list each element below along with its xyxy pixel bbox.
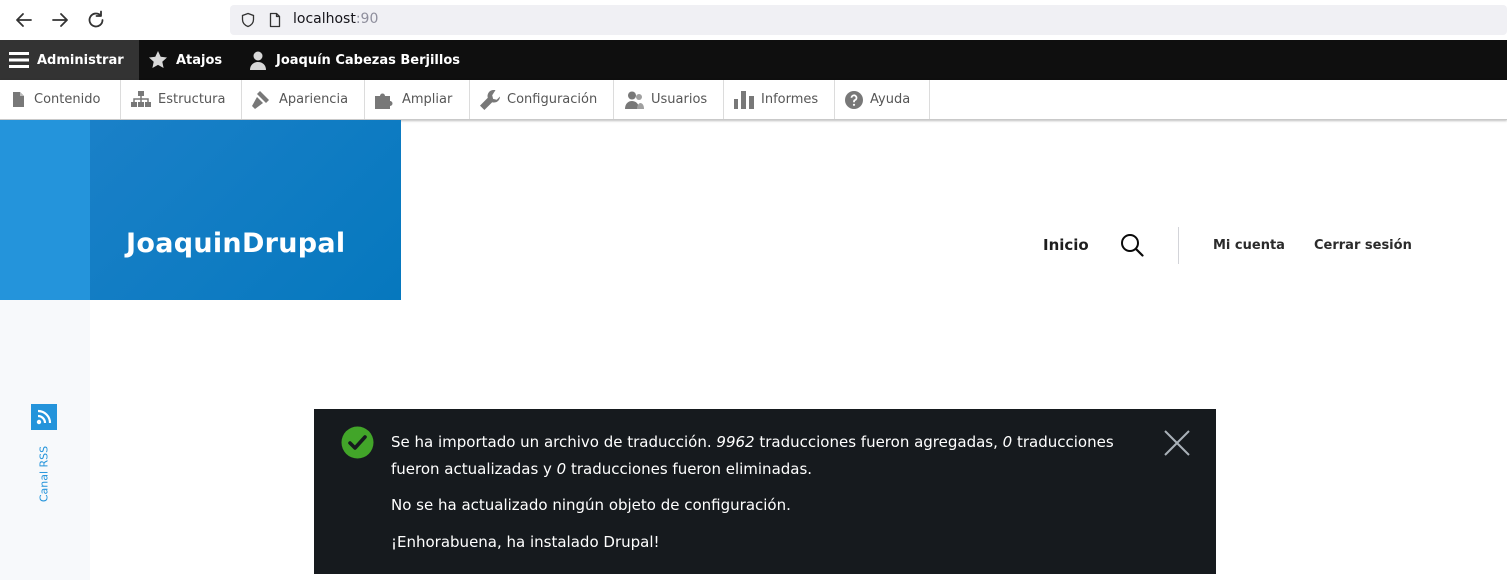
people-icon [625,91,644,109]
rss-icon[interactable] [31,404,57,430]
message-line-1: Se ha importado un archivo de traducción… [391,433,1114,451]
bar-chart-icon [734,90,754,109]
toolbar-admin-label: Administrar [37,52,124,68]
message-line-4: ¡Enhorabuena, ha instalado Drupal! [391,533,660,551]
url-bar[interactable]: localhost:90 [230,5,1507,35]
message-text: Se ha importado un archivo de traducción… [391,433,717,451]
message-line-3: No se ha actualizado ningún objeto de co… [391,496,791,514]
admin-tray: Contenido Estructura Apariencia Ampliar … [0,80,1507,120]
url-text: localhost:90 [293,11,378,27]
sitemap-icon [131,91,151,107]
admin-toolbar: Administrar Atajos Joaquín Cabezas Berji… [0,40,1507,80]
tray-item-ampliar[interactable]: Ampliar [365,80,470,119]
forward-arrow-icon[interactable] [48,8,72,32]
back-arrow-icon[interactable] [12,8,36,32]
message-count-updated: 0 [1002,433,1013,451]
close-icon[interactable] [1163,429,1191,457]
url-port: :90 [355,11,379,27]
tray-item-label: Informes [761,92,819,107]
message-count-added: 9962 [716,433,755,451]
search-icon[interactable] [1120,233,1144,257]
shield-icon[interactable] [240,12,256,28]
check-circle-icon [341,426,374,459]
tray-item-label: Estructura [158,92,226,107]
toolbar-user-button[interactable]: Joaquín Cabezas Berjillos [248,40,460,80]
page-icon [269,12,281,28]
brush-icon [252,90,269,109]
tray-item-apariencia[interactable]: Apariencia [242,80,365,119]
browser-bar: localhost:90 [0,0,1507,40]
tray-item-label: Configuración [507,92,598,107]
message-text: fueron actualizadas y [391,460,557,478]
star-icon [149,51,167,68]
nav-divider [1178,227,1179,264]
hamburger-icon [9,52,29,68]
social-sidebar [0,300,90,580]
nav-link-inicio[interactable]: Inicio [1043,236,1089,254]
rss-feed-link[interactable]: Canal RSS [38,446,51,502]
tray-item-label: Usuarios [651,92,708,107]
header-accent [0,120,90,300]
tray-item-contenido[interactable]: Contenido [0,80,121,119]
tray-item-label: Apariencia [279,92,349,107]
status-message: Se ha importado un archivo de traducción… [314,409,1216,574]
message-text: traducciones fueron eliminadas. [566,460,813,478]
user-icon [250,51,266,70]
wrench-icon [480,89,500,110]
puzzle-icon [375,93,393,109]
toolbar-admin-button[interactable]: Administrar [0,40,139,80]
tray-item-informes[interactable]: Informes [724,80,835,119]
message-text: traducciones fueron agregadas, [754,433,1003,451]
site-branding: JoaquinDrupal [90,120,401,300]
tray-item-label: Contenido [34,92,101,107]
tray-item-usuarios[interactable]: Usuarios [614,80,724,119]
url-host: localhost [293,11,356,27]
toolbar-shortcuts-button[interactable]: Atajos [148,40,222,80]
toolbar-shortcuts-label: Atajos [176,52,223,68]
nav-link-mi-cuenta[interactable]: Mi cuenta [1213,238,1285,253]
tray-item-ayuda[interactable]: Ayuda [835,80,930,119]
tray-item-label: Ampliar [402,92,453,107]
reload-icon[interactable] [84,8,108,32]
site-name-link[interactable]: JoaquinDrupal [126,228,346,259]
tray-item-label: Ayuda [870,92,911,107]
message-line-2: fueron actualizadas y 0 traducciones fue… [391,460,812,478]
toolbar-user-label: Joaquín Cabezas Berjillos [276,52,461,68]
nav-link-cerrar-sesion[interactable]: Cerrar sesión [1314,238,1412,253]
message-text: traducciones [1012,433,1114,451]
message-count-deleted: 0 [556,460,567,478]
help-icon [845,90,863,109]
tray-item-configuracion[interactable]: Configuración [470,80,614,119]
tray-item-estructura[interactable]: Estructura [121,80,242,119]
file-icon [13,92,24,107]
